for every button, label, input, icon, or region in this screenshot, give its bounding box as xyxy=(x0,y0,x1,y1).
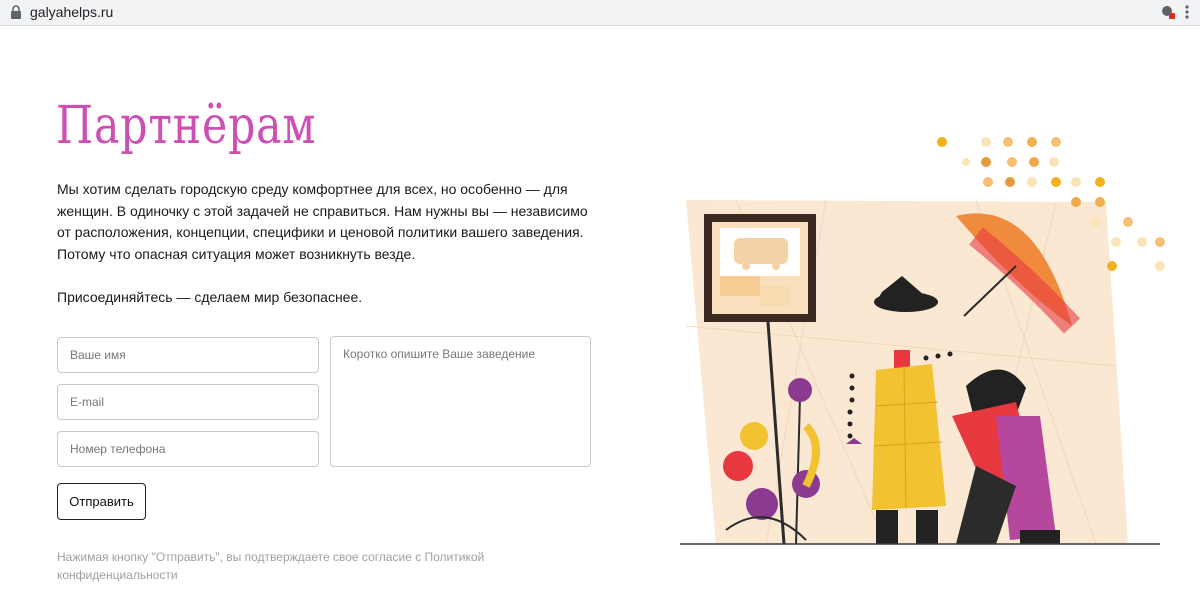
phone-input[interactable] xyxy=(57,431,319,467)
browser-address-bar: galyahelps.ru xyxy=(0,0,1200,26)
bus-stop-umbrella-illustration xyxy=(680,137,1165,545)
name-input[interactable] xyxy=(57,337,319,373)
submit-button[interactable]: Отправить xyxy=(57,483,146,520)
intro-text: Мы хотим сделать городскую среду комфорт… xyxy=(57,181,588,262)
description-textarea[interactable] xyxy=(330,336,591,467)
lock-icon xyxy=(11,5,21,19)
call-to-action-text: Присоединяйтесь — сделаем мир безопаснее… xyxy=(57,289,363,305)
page-title: Партнёрам xyxy=(56,96,317,156)
email-input[interactable] xyxy=(57,384,319,420)
menu-dots-icon[interactable] xyxy=(1184,4,1190,20)
extension-icon[interactable] xyxy=(1160,4,1176,20)
url-text[interactable]: galyahelps.ru xyxy=(30,4,113,20)
consent-text: Нажимая кнопку "Отправить", вы подтвержд… xyxy=(57,550,485,582)
